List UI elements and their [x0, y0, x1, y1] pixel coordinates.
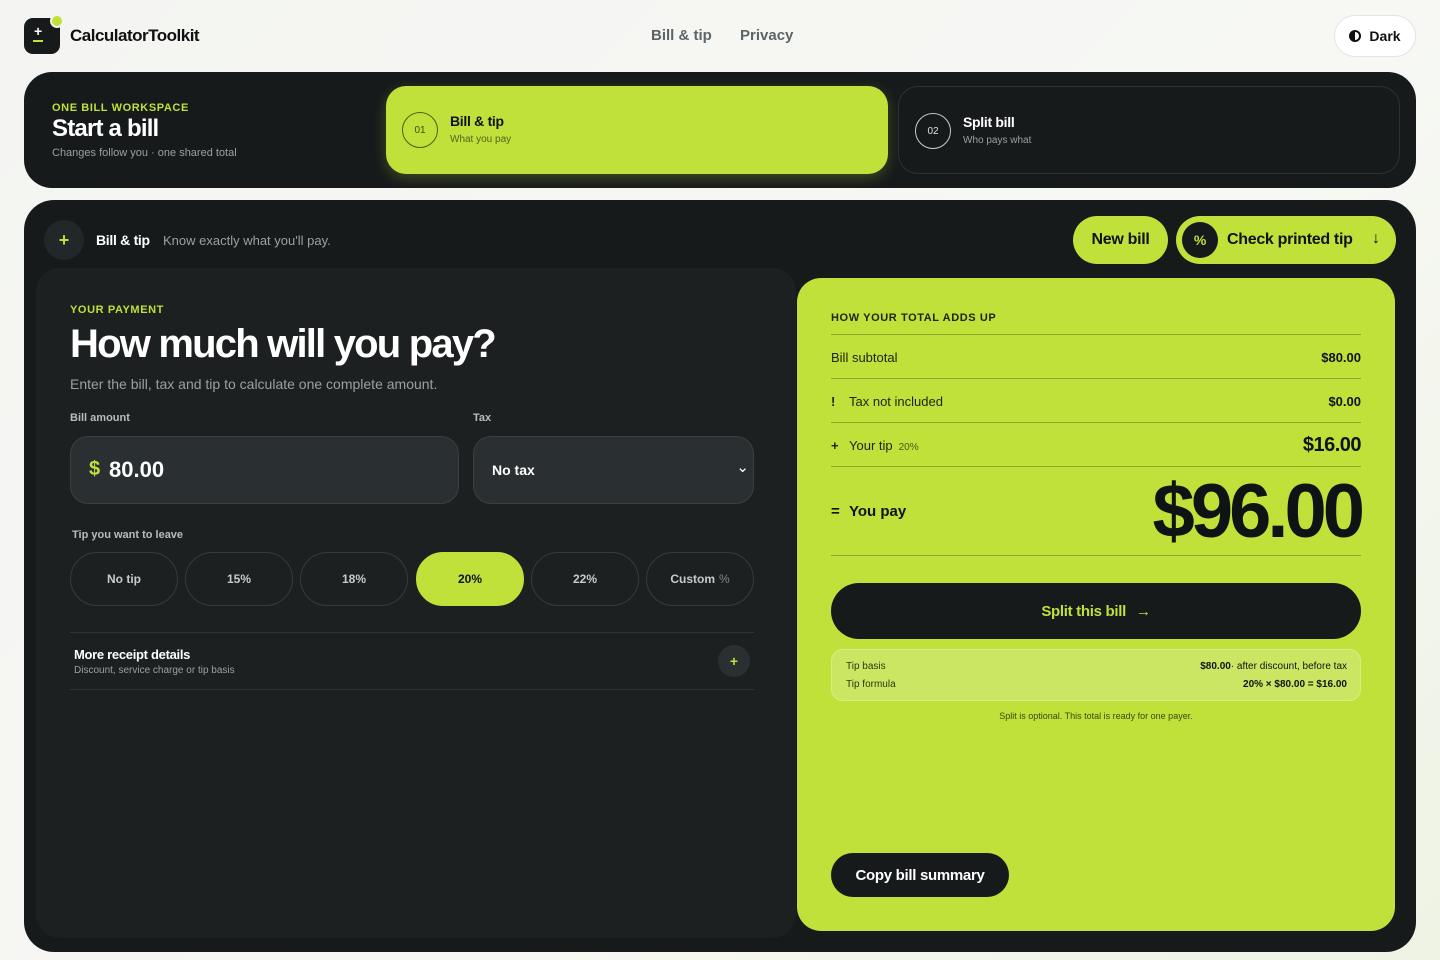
tax-row-value: $0.00	[1328, 394, 1361, 409]
payment-title: How much will you pay?	[70, 322, 497, 366]
currency-symbol: $	[89, 458, 101, 480]
tip-percent-badge: 20%	[898, 442, 919, 453]
receipt-details-toggle[interactable]: More receipt details Discount, service c…	[70, 632, 754, 690]
tip-option-18[interactable]: 18%	[300, 552, 408, 606]
workspace-strip: ONE BILL WORKSPACE Start a bill Changes …	[24, 72, 1416, 188]
tip-row-label: Your tip	[849, 438, 893, 453]
step-bill-tip[interactable]: 01 Bill & tip What you pay	[386, 86, 888, 174]
tax-select[interactable]: No tax ⌄	[473, 436, 754, 504]
tip-basis-value: $80.00· after discount, before tax	[1200, 661, 1347, 672]
percent-icon: %	[1182, 222, 1218, 258]
panel-title: Bill & tip	[96, 232, 150, 248]
tip-custom-suffix: %	[719, 572, 730, 586]
chevron-down-icon: ⌄	[736, 459, 749, 476]
top-bar: + CalculatorToolkit Bill & tip Privacy D…	[0, 0, 1440, 72]
tip-option-20[interactable]: 20%	[416, 552, 524, 606]
tip-option-none[interactable]: No tip	[70, 552, 178, 606]
total-row: = You pay $96.00	[831, 466, 1365, 556]
tax-row-label: Tax not included	[849, 394, 943, 409]
expand-plus-icon[interactable]: +	[718, 645, 750, 677]
total-value: $96.00	[1152, 469, 1365, 554]
split-note: Split is optional. This total is ready f…	[999, 711, 1193, 721]
theme-toggle-button[interactable]: Dark	[1334, 15, 1416, 57]
payment-kicker: YOUR PAYMENT	[70, 304, 164, 316]
tax-label: Tax	[473, 412, 492, 424]
tip-formula-value: 20% × $80.00 = $16.00	[1243, 679, 1347, 690]
plus-symbol: +	[831, 438, 839, 453]
payment-form: YOUR PAYMENT How much will you pay? Ente…	[36, 268, 796, 938]
tip-option-15[interactable]: 15%	[185, 552, 293, 606]
exclamation-icon: !	[831, 394, 836, 409]
step-subtitle: Who pays what	[963, 135, 1032, 146]
brand-name[interactable]: CalculatorToolkit	[70, 26, 200, 46]
nav-privacy[interactable]: Privacy	[740, 27, 793, 44]
split-bill-label: Split this bill	[1041, 602, 1126, 620]
tip-row: + Your tip 20% $16.00	[831, 422, 1362, 466]
check-printed-tip-button[interactable]: % Check printed tip ↓	[1176, 216, 1396, 264]
new-bill-button[interactable]: New bill	[1073, 216, 1168, 264]
bill-amount-label: Bill amount	[70, 412, 130, 424]
tip-row-value: $16.00	[1302, 434, 1362, 456]
theme-toggle-label: Dark	[1369, 28, 1401, 44]
bill-amount-value: 80.00	[109, 457, 165, 482]
tip-option-custom[interactable]: Custom %	[646, 552, 754, 606]
bill-amount-input[interactable]: $ 80.00	[70, 436, 459, 504]
nav-bill-tip[interactable]: Bill & tip	[651, 27, 712, 44]
workspace-title: Start a bill	[52, 115, 159, 142]
check-printed-tip-label: Check printed tip	[1227, 231, 1353, 248]
arrow-down-icon: ↓	[1372, 230, 1380, 247]
arrow-right-icon: →	[1135, 602, 1151, 620]
logo-icon[interactable]: +	[24, 14, 64, 54]
equals-symbol: =	[831, 503, 840, 520]
payment-subtitle: Enter the bill, tax and tip to calculate…	[70, 376, 438, 392]
subtotal-label: Bill subtotal	[831, 350, 898, 365]
tip-basis-label: Tip basis	[846, 661, 886, 672]
split-bill-button[interactable]: Split this bill →	[831, 583, 1361, 639]
plus-icon[interactable]: +	[44, 220, 84, 260]
tip-basis-box: Tip basis $80.00· after discount, before…	[831, 649, 1361, 701]
tip-label: Tip you want to leave	[72, 529, 184, 541]
tip-option-22[interactable]: 22%	[531, 552, 639, 606]
tip-formula-label: Tip formula	[846, 679, 896, 690]
step-split-bill[interactable]: 02 Split bill Who pays what	[898, 86, 1400, 174]
summary-kicker: HOW YOUR TOTAL ADDS UP	[831, 312, 997, 324]
tax-row: ! Tax not included $0.00	[831, 378, 1361, 422]
step-number: 01	[402, 112, 438, 148]
copy-bill-summary-button[interactable]: Copy bill summary	[831, 853, 1009, 897]
contrast-icon	[1349, 30, 1362, 42]
tax-select-value: No tax	[492, 462, 535, 478]
workspace-kicker: ONE BILL WORKSPACE	[52, 102, 189, 114]
subtotal-value: $80.00	[1321, 350, 1361, 365]
receipt-details-subtitle: Discount, service charge or tip basis	[74, 665, 235, 676]
panel-subtitle: Know exactly what you'll pay.	[163, 233, 331, 248]
step-subtitle: What you pay	[450, 134, 512, 145]
step-number: 02	[915, 113, 951, 149]
total-summary: HOW YOUR TOTAL ADDS UP Bill subtotal $80…	[797, 278, 1395, 931]
workspace-subtitle: Changes follow you · one shared total	[52, 147, 237, 159]
subtotal-row: Bill subtotal $80.00	[831, 334, 1361, 378]
step-title: Bill & tip	[450, 113, 504, 129]
tip-custom-label: Custom	[670, 572, 715, 586]
receipt-details-title: More receipt details	[74, 647, 191, 662]
total-label: You pay	[849, 503, 907, 520]
step-title: Split bill	[963, 114, 1015, 130]
bill-tip-panel: + Bill & tip Know exactly what you'll pa…	[24, 200, 1416, 952]
